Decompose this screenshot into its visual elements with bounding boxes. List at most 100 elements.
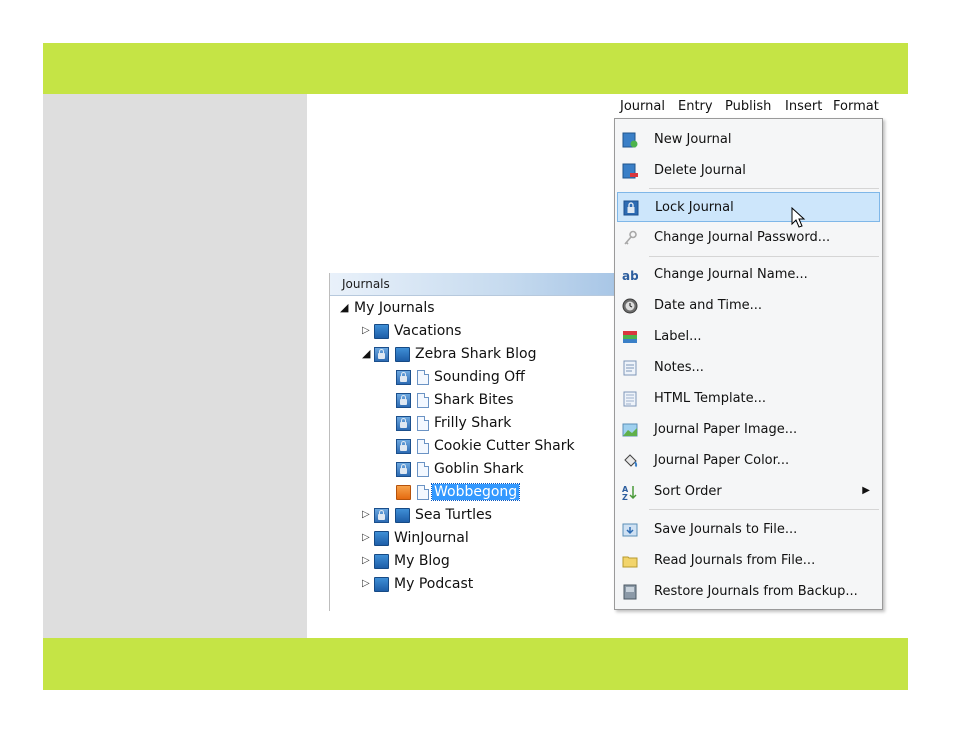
entry-page-icon	[417, 392, 429, 408]
tree-node-label: Wobbegong	[430, 483, 521, 501]
save-file-icon	[622, 523, 638, 537]
new-journal-icon	[622, 132, 638, 148]
menu-entry[interactable]: Entry	[678, 99, 713, 114]
menu-item-label: Journal Paper Image...	[654, 422, 798, 437]
entry-page-icon	[417, 461, 429, 477]
svg-text:ab: ab	[622, 269, 638, 283]
menu-item-new-journal[interactable]: New Journal	[617, 125, 880, 155]
lock-icon	[396, 415, 411, 431]
menu-item-label: New Journal	[654, 132, 732, 147]
menu-item-delete-journal[interactable]: Delete Journal	[617, 156, 880, 186]
tree-node-label: Vacations	[394, 323, 462, 339]
menu-item-label: HTML Template...	[654, 391, 767, 406]
tree-node-label: Frilly Shark	[434, 415, 512, 431]
tree-node-zebra-shark-blog[interactable]: ◢ Zebra Shark Blog	[362, 343, 538, 365]
tree-node-label: My Podcast	[394, 576, 474, 592]
html-template-icon	[623, 391, 637, 407]
menu-item-label: Change Journal Password...	[654, 230, 831, 245]
menu-item-lock-journal[interactable]: Lock Journal	[617, 192, 880, 222]
tree-node-cookie-cutter-shark[interactable]: Cookie Cutter Shark	[396, 435, 577, 457]
top-banner	[43, 43, 908, 94]
tree-node-wobbegong[interactable]: Wobbegong	[396, 481, 521, 503]
menu-item-label: Sort Order	[654, 484, 722, 499]
journal-book-icon	[374, 576, 389, 592]
tree-node-label: Sounding Off	[434, 369, 525, 385]
entry-page-icon	[417, 484, 429, 500]
clock-icon	[622, 298, 638, 314]
lock-icon	[396, 392, 411, 408]
menu-item-html-template[interactable]: HTML Template...	[617, 384, 880, 414]
menu-item-journal-paper-image[interactable]: Journal Paper Image...	[617, 415, 880, 445]
collapsed-triangle-icon[interactable]: ▷	[362, 320, 374, 342]
paint-bucket-icon	[624, 454, 638, 468]
menu-item-label: Label...	[654, 329, 702, 344]
journal-book-icon	[374, 323, 389, 339]
key-icon	[624, 230, 637, 245]
entry-page-icon	[417, 415, 429, 431]
menu-insert[interactable]: Insert	[785, 99, 822, 114]
collapsed-triangle-icon[interactable]: ▷	[362, 550, 374, 572]
submenu-arrow-icon: ▶	[862, 485, 870, 496]
lock-icon	[374, 346, 389, 362]
menu-item-notes[interactable]: Notes...	[617, 353, 880, 383]
menu-separator	[649, 256, 879, 257]
journals-tree-header: Journals	[330, 273, 616, 296]
tree-node-my-podcast[interactable]: ▷ My Podcast	[362, 573, 475, 595]
notes-icon	[623, 360, 637, 376]
tree-node-label: Sea Turtles	[415, 507, 492, 523]
tree-node-vacations[interactable]: ▷ Vacations	[362, 320, 463, 342]
expanded-triangle-icon[interactable]: ◢	[362, 343, 374, 365]
tree-node-shark-bites[interactable]: Shark Bites	[396, 389, 516, 411]
menu-format[interactable]: Format	[833, 99, 879, 114]
tree-node-my-blog[interactable]: ▷ My Blog	[362, 550, 452, 572]
menu-bar: Journal Entry Publish Insert Format	[614, 96, 884, 118]
journal-book-icon	[395, 507, 410, 523]
lock-icon	[396, 369, 411, 385]
tree-node-label: My Blog	[394, 553, 450, 569]
menu-item-read-journals-from-file[interactable]: Read Journals from File...	[617, 546, 880, 576]
menu-item-label[interactable]: Label...	[617, 322, 880, 352]
tree-node-sea-turtles[interactable]: ▷ Sea Turtles	[362, 504, 494, 526]
rename-icon: ab	[622, 269, 638, 283]
tree-node-my-journals[interactable]: ◢ My Journals	[340, 297, 437, 319]
tree-node-label: Shark Bites	[434, 392, 514, 408]
tree-node-goblin-shark[interactable]: Goblin Shark	[396, 458, 526, 480]
tree-node-frilly-shark[interactable]: Frilly Shark	[396, 412, 513, 434]
journals-tree-panel: Journals ◢ My Journals ▷ Vacations ◢ Zebra …	[329, 273, 616, 611]
menu-item-change-journal-name[interactable]: ab Change Journal Name...	[617, 260, 880, 290]
menu-item-date-and-time[interactable]: Date and Time...	[617, 291, 880, 321]
tree-node-label: WinJournal	[394, 530, 469, 546]
lock-icon	[396, 461, 411, 477]
tree-node-label: Goblin Shark	[434, 461, 524, 477]
bottom-banner	[43, 638, 908, 690]
menu-item-save-journals-to-file[interactable]: Save Journals to File...	[617, 515, 880, 545]
menu-item-journal-paper-color[interactable]: Journal Paper Color...	[617, 446, 880, 476]
orange-journal-icon	[396, 484, 411, 500]
journal-dropdown-menu: New Journal Delete Journal Lock Journal …	[614, 118, 883, 610]
menu-item-change-journal-password[interactable]: Change Journal Password...	[617, 223, 880, 253]
menu-separator	[649, 188, 879, 189]
sort-order-icon: AZ	[622, 485, 637, 500]
menu-item-label: Date and Time...	[654, 298, 763, 313]
menu-item-label: Journal Paper Color...	[654, 453, 790, 468]
menu-item-label: Save Journals to File...	[654, 522, 798, 537]
menu-item-restore-journals-from-backup[interactable]: Restore Journals from Backup...	[617, 577, 880, 607]
collapsed-triangle-icon[interactable]: ▷	[362, 573, 374, 595]
expanded-triangle-icon[interactable]: ◢	[340, 297, 352, 319]
tree-node-winjournal[interactable]: ▷ WinJournal	[362, 527, 471, 549]
tree-node-sounding-off[interactable]: Sounding Off	[396, 366, 527, 388]
menu-item-label: Restore Journals from Backup...	[654, 584, 858, 599]
journal-book-icon	[374, 553, 389, 569]
svg-text:Z: Z	[622, 493, 628, 500]
menu-journal[interactable]: Journal	[620, 99, 665, 114]
lock-icon	[374, 507, 389, 523]
tree-node-label: My Journals	[354, 300, 435, 316]
backup-icon	[623, 584, 637, 600]
label-icon	[623, 331, 637, 343]
collapsed-triangle-icon[interactable]: ▷	[362, 527, 374, 549]
entry-page-icon	[417, 438, 429, 454]
menu-item-sort-order[interactable]: AZ Sort Order ▶	[617, 477, 880, 507]
collapsed-triangle-icon[interactable]: ▷	[362, 504, 374, 526]
menu-publish[interactable]: Publish	[725, 99, 771, 114]
menu-item-label: Lock Journal	[655, 200, 734, 215]
